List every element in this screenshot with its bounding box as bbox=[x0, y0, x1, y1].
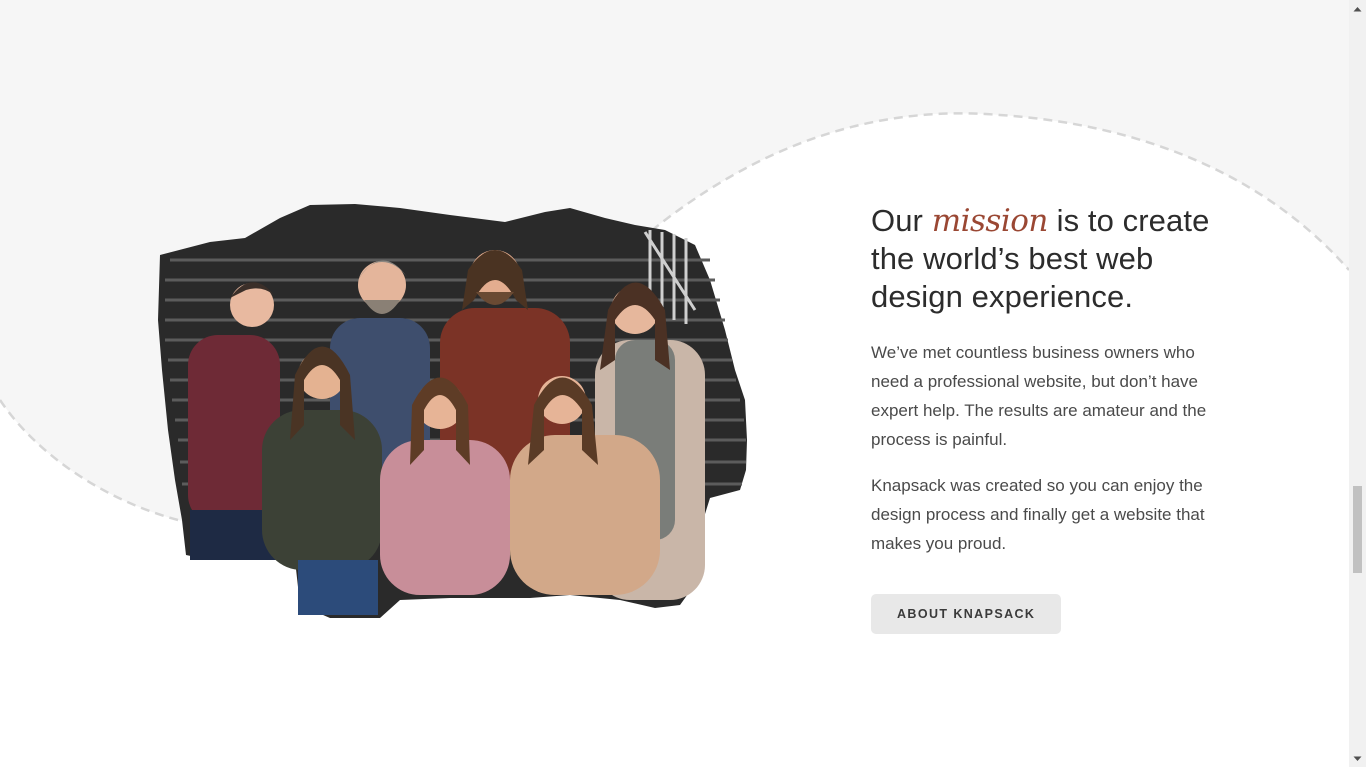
mission-section: Our mission is to create the world’s bes… bbox=[871, 202, 1211, 634]
mission-paragraph-1: We’ve met countless business owners who … bbox=[871, 343, 1207, 449]
vertical-scrollbar[interactable] bbox=[1349, 0, 1366, 767]
page-viewport: Our mission is to create the world’s bes… bbox=[0, 0, 1349, 767]
mission-paragraph-2: Knapsack was created so you can enjoy th… bbox=[871, 476, 1205, 553]
about-knapsack-button[interactable]: ABOUT KNAPSACK bbox=[871, 594, 1062, 634]
mission-headline: Our mission is to create the world’s bes… bbox=[871, 202, 1211, 316]
team-photo bbox=[158, 204, 747, 618]
scroll-down-arrow-icon[interactable] bbox=[1349, 750, 1366, 767]
headline-text-before: Our bbox=[871, 203, 932, 238]
scroll-up-arrow-icon[interactable] bbox=[1349, 0, 1366, 17]
headline-accent-word: mission bbox=[931, 203, 1049, 239]
scrollbar-thumb[interactable] bbox=[1353, 486, 1362, 573]
